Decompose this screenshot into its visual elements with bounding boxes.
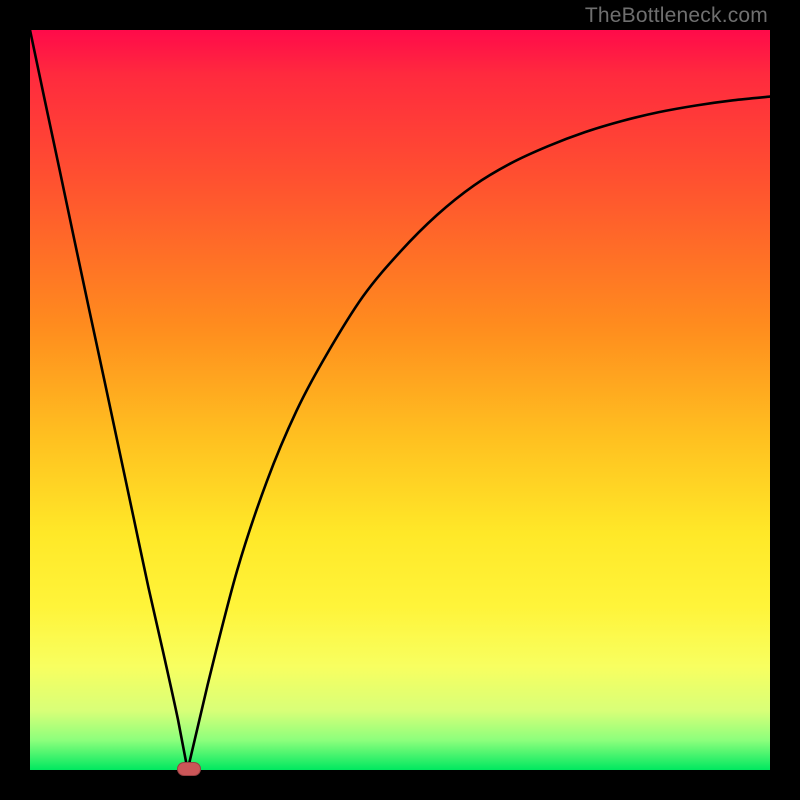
curve-svg (30, 30, 770, 770)
minimum-marker (177, 762, 201, 776)
bottleneck-curve (30, 30, 770, 770)
plot-area (30, 30, 770, 770)
watermark-text: TheBottleneck.com (585, 4, 768, 28)
chart-frame: TheBottleneck.com (0, 0, 800, 800)
